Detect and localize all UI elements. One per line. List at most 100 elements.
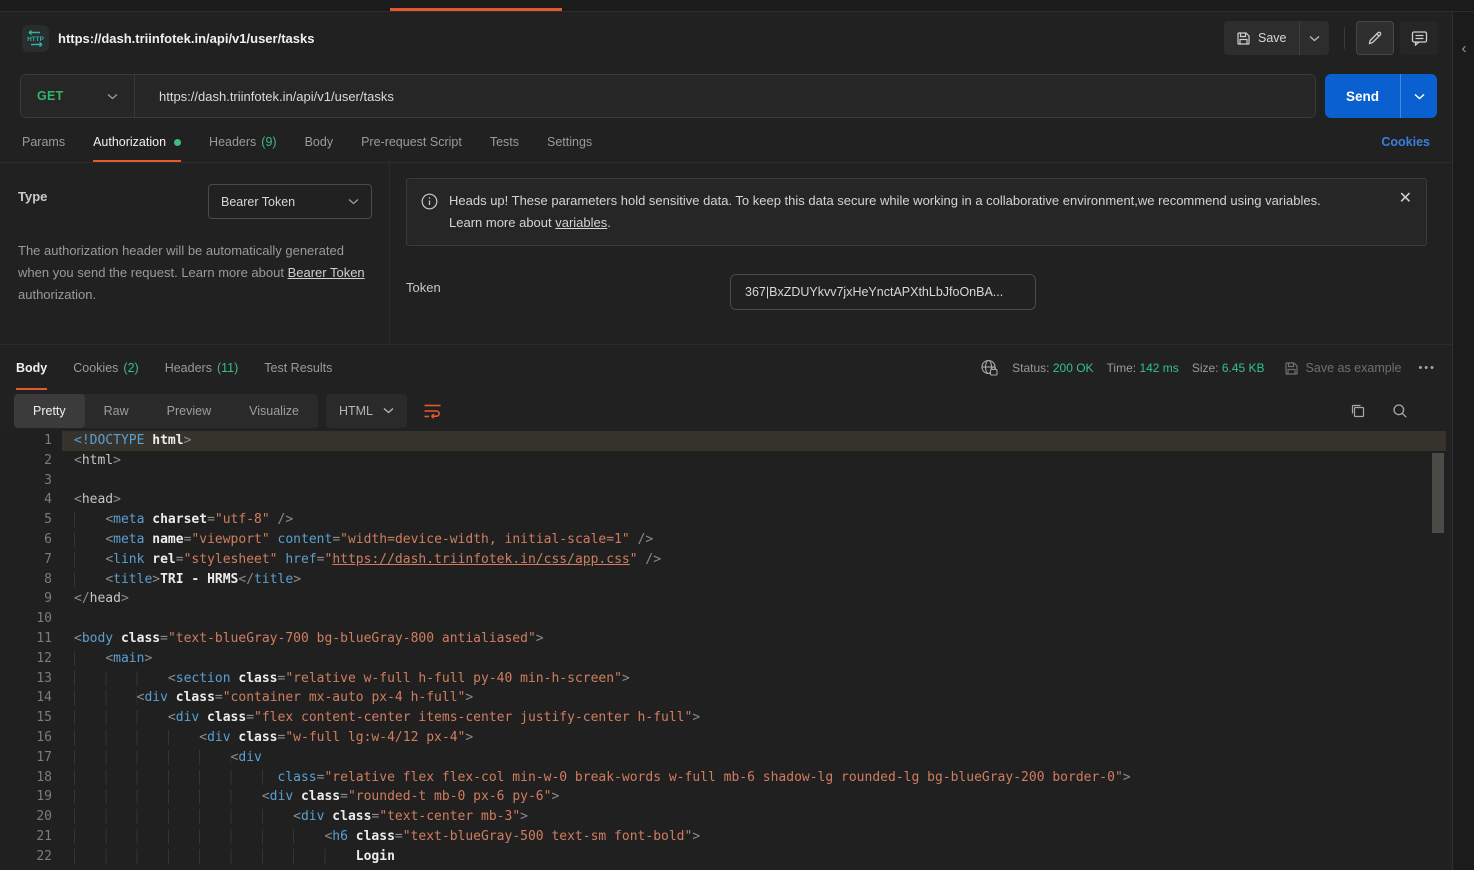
line-number: 20 — [0, 807, 62, 827]
code-line-content: <div class="text-center mb-3"> — [62, 807, 1446, 827]
network-status-icon[interactable] — [980, 359, 999, 377]
close-icon[interactable]: ✕ — [1399, 191, 1412, 207]
code-line-content — [62, 609, 1446, 629]
code-line[interactable]: 17 <div — [0, 748, 1446, 768]
url-input[interactable] — [135, 89, 1315, 104]
response-body-editor[interactable]: 1<!DOCTYPE html>2<html>34<head>5 <meta c… — [0, 431, 1446, 870]
comments-button[interactable] — [1400, 21, 1438, 55]
code-line[interactable]: 13 <section class="relative w-full h-ful… — [0, 669, 1446, 689]
response-tab-test-results[interactable]: Test Results — [264, 346, 332, 390]
line-number: 10 — [0, 609, 62, 629]
language-value: HTML — [339, 404, 373, 418]
response-tab-headers[interactable]: Headers(11) — [165, 346, 239, 390]
response-tab-cookies[interactable]: Cookies(2) — [73, 346, 138, 390]
code-line-content: <title>TRI - HRMS</title> — [62, 570, 1446, 590]
code-line[interactable]: 3 — [0, 471, 1446, 491]
bearer-token-link[interactable]: Bearer Token — [288, 265, 365, 280]
code-line[interactable]: 9</head> — [0, 589, 1446, 609]
tab-headers[interactable]: Headers(9) — [209, 122, 277, 162]
code-line[interactable]: 21 <h6 class="text-blueGray-500 text-sm … — [0, 827, 1446, 847]
view-mode-raw[interactable]: Raw — [85, 394, 148, 428]
code-line[interactable]: 14 <div class="container mx-auto px-4 h-… — [0, 688, 1446, 708]
code-line[interactable]: 10 — [0, 609, 1446, 629]
code-line[interactable]: 12 <main> — [0, 649, 1446, 669]
status-pair: Status: 200 OK — [1012, 361, 1093, 375]
code-line[interactable]: 7 <link rel="stylesheet" href="https://d… — [0, 550, 1446, 570]
code-line-content: <main> — [62, 649, 1446, 669]
tab-body[interactable]: Body — [305, 122, 334, 162]
url-container: GET — [20, 74, 1316, 118]
code-line[interactable]: 6 <meta name="viewport" content="width=d… — [0, 530, 1446, 550]
auth-description-suffix: authorization. — [18, 287, 96, 302]
view-mode-pretty[interactable]: Pretty — [14, 394, 85, 428]
tab-params[interactable]: Params — [22, 122, 65, 162]
line-number: 11 — [0, 629, 62, 649]
wrap-text-icon — [423, 403, 442, 419]
view-mode-preview[interactable]: Preview — [148, 394, 230, 428]
token-label: Token — [406, 280, 441, 295]
tab-count-badge: (2) — [123, 361, 138, 375]
variables-link[interactable]: variables — [555, 215, 607, 230]
save-button-label: Save — [1258, 31, 1287, 45]
code-line[interactable]: 19 <div class="rounded-t mb-0 px-6 py-6"… — [0, 787, 1446, 807]
token-input[interactable] — [730, 274, 1036, 310]
line-number: 17 — [0, 748, 62, 768]
tab-label: Params — [22, 135, 65, 149]
request-title: https://dash.triinfotek.in/api/v1/user/t… — [58, 12, 314, 64]
response-tab-body[interactable]: Body — [16, 346, 47, 390]
line-number: 5 — [0, 510, 62, 530]
copy-icon[interactable] — [1350, 403, 1366, 419]
sensitive-data-banner: Heads up! These parameters hold sensitiv… — [406, 178, 1427, 246]
code-line[interactable]: 4<head> — [0, 490, 1446, 510]
active-auth-dot — [174, 139, 181, 146]
code-line[interactable]: 22 Login — [0, 847, 1446, 867]
code-line[interactable]: 18 class="relative flex flex-col min-w-0… — [0, 768, 1446, 788]
tab-settings[interactable]: Settings — [547, 122, 592, 162]
code-line-content: <div class="flex content-center items-ce… — [62, 708, 1446, 728]
code-line[interactable]: 11<body class="text-blueGray-700 bg-blue… — [0, 629, 1446, 649]
line-number: 1 — [0, 431, 62, 451]
code-line-content: <link rel="stylesheet" href="https://das… — [62, 550, 1446, 570]
code-line-content: <head> — [62, 490, 1446, 510]
send-options-button[interactable] — [1400, 74, 1437, 118]
edit-button[interactable] — [1356, 21, 1394, 55]
editor-scrollbar[interactable] — [1432, 453, 1444, 533]
save-icon — [1236, 31, 1251, 46]
more-options-icon[interactable]: ••• — [1418, 362, 1436, 374]
code-line-content: <html> — [62, 451, 1446, 471]
line-number: 16 — [0, 728, 62, 748]
save-as-example-button[interactable]: Save as example — [1284, 361, 1402, 376]
tab-pre-request-script[interactable]: Pre-request Script — [361, 122, 462, 162]
request-header: HTTP https://dash.triinfotek.in/api/v1/u… — [0, 12, 1452, 64]
method-select[interactable]: GET — [21, 89, 134, 103]
view-mode-visualize[interactable]: Visualize — [230, 394, 318, 428]
code-line[interactable]: 16 <div class="w-full lg:w-4/12 px-4"> — [0, 728, 1446, 748]
save-options-button[interactable] — [1299, 21, 1329, 55]
auth-type-select[interactable]: Bearer Token — [208, 184, 372, 219]
collapse-sidebar-icon[interactable]: ‹ — [1453, 40, 1474, 57]
language-select[interactable]: HTML — [326, 394, 407, 428]
tab-authorization[interactable]: Authorization — [93, 122, 181, 162]
time-label: Time: — [1107, 361, 1137, 375]
authorization-panel: Type Bearer Token The authorization head… — [0, 163, 1452, 345]
cookies-link[interactable]: Cookies — [1381, 122, 1430, 162]
code-line[interactable]: 1<!DOCTYPE html> — [0, 431, 1446, 451]
search-icon[interactable] — [1392, 403, 1408, 419]
code-line[interactable]: 15 <div class="flex content-center items… — [0, 708, 1446, 728]
tab-tests[interactable]: Tests — [490, 122, 519, 162]
send-button[interactable]: Send — [1325, 74, 1400, 118]
code-line[interactable]: 5 <meta charset="utf-8" /> — [0, 510, 1446, 530]
request-tabs: Params Authorization Headers(9) Body Pre-req… — [0, 122, 1452, 163]
wrap-text-button[interactable] — [417, 395, 449, 427]
code-line[interactable]: 2<html> — [0, 451, 1446, 471]
code-line[interactable]: 20 <div class="text-center mb-3"> — [0, 807, 1446, 827]
request-url-row: GET Send — [0, 64, 1452, 122]
code-line-content: <h6 class="text-blueGray-500 text-sm fon… — [62, 827, 1446, 847]
line-number: 21 — [0, 827, 62, 847]
line-number: 12 — [0, 649, 62, 669]
save-button[interactable]: Save — [1224, 21, 1299, 55]
line-number: 14 — [0, 688, 62, 708]
code-line[interactable]: 8 <title>TRI - HRMS</title> — [0, 570, 1446, 590]
code-line-content: <div class="container mx-auto px-4 h-ful… — [62, 688, 1446, 708]
send-button-group: Send — [1325, 74, 1437, 118]
